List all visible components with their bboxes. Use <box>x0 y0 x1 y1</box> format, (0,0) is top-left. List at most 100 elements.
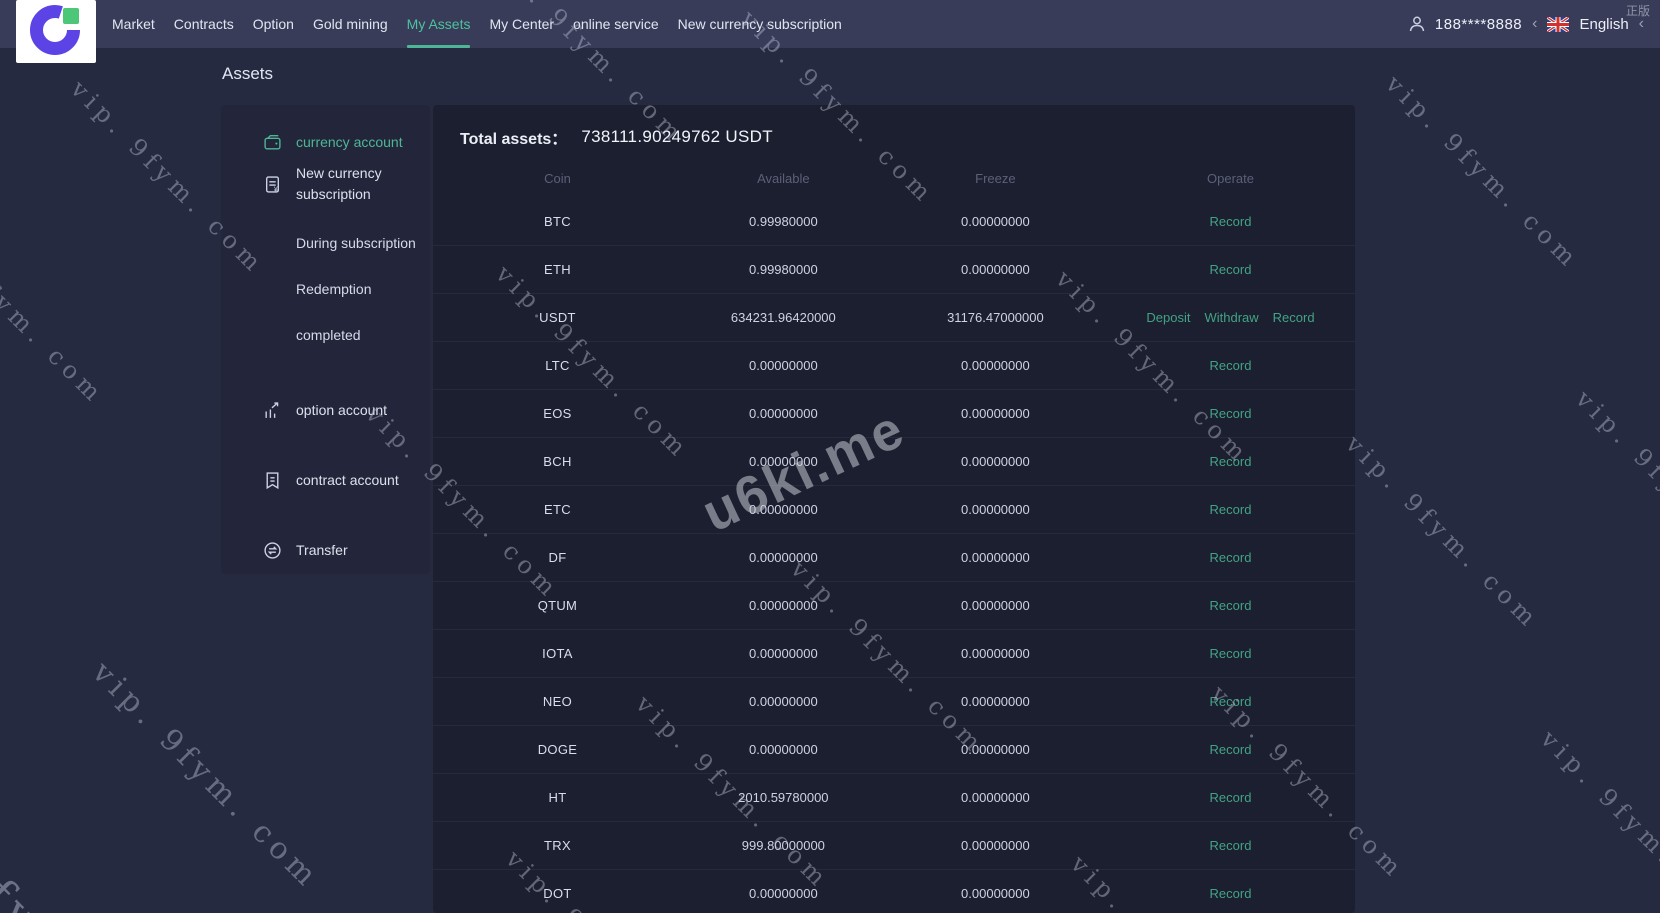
logo-icon <box>16 0 96 63</box>
sidebar-item-new-currency-subscription[interactable]: ¥New currency subscription <box>221 163 430 205</box>
sidebar-item-contract-account[interactable]: contract account <box>221 459 430 501</box>
sidebar-item-label: Transfer <box>296 540 420 561</box>
sidebar-item-label: currency account <box>296 132 420 153</box>
user-icon <box>1407 14 1427 34</box>
table-row-neo: NEO0.000000000.00000000Record <box>433 677 1355 725</box>
asset-table-body: BTC0.999800000.00000000RecordETH0.999800… <box>433 197 1355 913</box>
withdraw-link-usdt[interactable]: Withdraw <box>1204 310 1258 325</box>
top-nav-bar: Market Contracts Option Gold mining My Asset… <box>0 0 1660 48</box>
sidebar-item-option-account[interactable]: option account <box>221 389 430 431</box>
record-link-etc[interactable]: Record <box>1210 502 1252 517</box>
available-value: 0.00000000 <box>682 598 885 613</box>
watermark-text: vip. 9fym. com <box>1380 70 1585 275</box>
coin-name: HT <box>433 790 682 805</box>
nav-item-market[interactable]: Market <box>112 0 155 48</box>
nav-item-new-currency-subscription[interactable]: New currency subscription <box>678 0 842 48</box>
table-row-ltc: LTC0.000000000.00000000Record <box>433 341 1355 389</box>
record-link-neo[interactable]: Record <box>1210 694 1252 709</box>
operate-cell: Record <box>1106 742 1355 757</box>
record-link-eth[interactable]: Record <box>1210 262 1252 277</box>
operate-cell: Deposit Withdraw Record <box>1106 310 1355 325</box>
operate-cell: Record <box>1106 838 1355 853</box>
freeze-value: 0.00000000 <box>885 358 1106 373</box>
sidebar-item-completed[interactable]: completed <box>221 321 430 349</box>
operate-cell: Record <box>1106 454 1355 469</box>
freeze-value: 0.00000000 <box>885 598 1106 613</box>
record-link-doge[interactable]: Record <box>1210 742 1252 757</box>
sidebar-item-during-subscription[interactable]: During subscription <box>221 229 430 257</box>
table-row-qtum: QTUM0.000000000.00000000Record <box>433 581 1355 629</box>
available-value: 0.00000000 <box>682 406 885 421</box>
nav-item-my-center[interactable]: My Center <box>489 0 554 48</box>
language-selector[interactable]: English <box>1579 16 1628 33</box>
record-link-df[interactable]: Record <box>1210 550 1252 565</box>
user-phone[interactable]: 188****8888 <box>1435 16 1522 33</box>
record-link-usdt[interactable]: Record <box>1273 310 1315 325</box>
watermark-text: vip. 9fym. com <box>1535 725 1660 913</box>
freeze-value: 0.00000000 <box>885 790 1106 805</box>
table-row-df: DF0.000000000.00000000Record <box>433 533 1355 581</box>
operate-cell: Record <box>1106 646 1355 661</box>
available-value: 2010.59780000 <box>682 790 885 805</box>
record-link-eos[interactable]: Record <box>1210 406 1252 421</box>
assets-sidebar: currency account ¥New currency subscripti… <box>221 105 430 574</box>
nav-item-my-assets[interactable]: My Assets <box>407 0 471 48</box>
page-title: Assets <box>222 64 273 84</box>
sidebar-item-currency-account[interactable]: currency account <box>221 121 430 163</box>
record-link-ht[interactable]: Record <box>1210 790 1252 805</box>
total-assets-label: Total assets： <box>460 125 567 149</box>
available-value: 634231.96420000 <box>682 310 885 325</box>
freeze-value: 0.00000000 <box>885 406 1106 421</box>
record-link-qtum[interactable]: Record <box>1210 598 1252 613</box>
available-value: 0.00000000 <box>682 358 885 373</box>
operate-cell: Record <box>1106 598 1355 613</box>
available-value: 0.00000000 <box>682 550 885 565</box>
total-assets-row: Total assets： 738111.90249762 USDT <box>433 105 1355 151</box>
column-header-operate: Operate <box>1106 161 1355 197</box>
deposit-link-usdt[interactable]: Deposit <box>1146 310 1190 325</box>
transfer-icon <box>263 541 282 560</box>
brand-logo[interactable] <box>16 0 96 63</box>
operate-cell: Record <box>1106 214 1355 229</box>
available-value: 0.00000000 <box>682 502 885 517</box>
wallet-icon <box>263 133 282 152</box>
freeze-value: 0.00000000 <box>885 454 1106 469</box>
table-header: CoinAvailableFreezeOperate <box>433 161 1355 197</box>
nav-item-contracts[interactable]: Contracts <box>174 0 234 48</box>
total-assets-value: 738111.90249762 USDT <box>581 127 773 147</box>
freeze-value: 0.00000000 <box>885 214 1106 229</box>
coin-name: LTC <box>433 358 682 373</box>
table-row-eos: EOS0.000000000.00000000Record <box>433 389 1355 437</box>
contract-icon <box>263 471 282 490</box>
user-dropdown-caret[interactable]: ‹ <box>1530 16 1539 32</box>
record-link-bch[interactable]: Record <box>1210 454 1252 469</box>
record-link-ltc[interactable]: Record <box>1210 358 1252 373</box>
operate-cell: Record <box>1106 790 1355 805</box>
sidebar-item-transfer[interactable]: Transfer <box>221 529 430 571</box>
nav-item-gold-mining[interactable]: Gold mining <box>313 0 388 48</box>
freeze-value: 0.00000000 <box>885 646 1106 661</box>
operate-cell: Record <box>1106 502 1355 517</box>
record-link-btc[interactable]: Record <box>1210 214 1252 229</box>
sidebar-item-redemption[interactable]: Redemption <box>221 275 430 303</box>
assets-card: Total assets： 738111.90249762 USDT CoinA… <box>433 105 1355 913</box>
svg-text:¥: ¥ <box>274 186 278 193</box>
record-link-iota[interactable]: Record <box>1210 646 1252 661</box>
coin-name: ETC <box>433 502 682 517</box>
coin-name: DF <box>433 550 682 565</box>
coin-name: IOTA <box>433 646 682 661</box>
freeze-value: 0.00000000 <box>885 838 1106 853</box>
coin-name: ETH <box>433 262 682 277</box>
table-row-doge: DOGE0.000000000.00000000Record <box>433 725 1355 773</box>
nav-item-online-service[interactable]: online service <box>573 0 659 48</box>
available-value: 0.00000000 <box>682 886 885 901</box>
document-icon: ¥ <box>263 175 282 194</box>
operate-cell: Record <box>1106 262 1355 277</box>
record-link-trx[interactable]: Record <box>1210 838 1252 853</box>
coin-name: USDT <box>433 310 682 325</box>
nav-item-option[interactable]: Option <box>253 0 294 48</box>
coin-name: BTC <box>433 214 682 229</box>
record-link-dot[interactable]: Record <box>1210 886 1252 901</box>
available-value: 999.80000000 <box>682 838 885 853</box>
sidebar-item-label: contract account <box>296 470 420 491</box>
